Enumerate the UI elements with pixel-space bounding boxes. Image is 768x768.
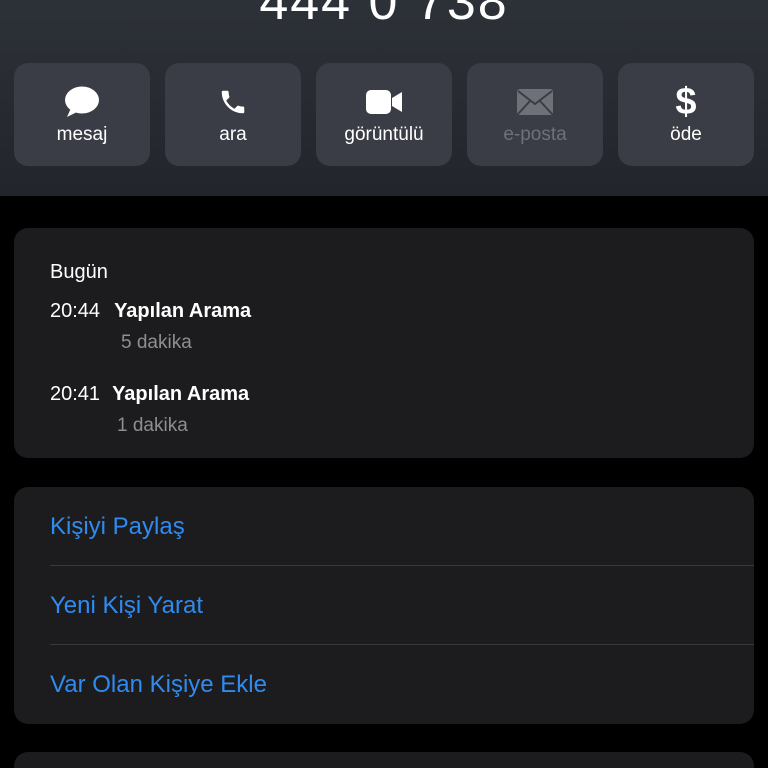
message-button[interactable]: mesaj	[14, 63, 150, 166]
share-contact-link[interactable]: Kişiyi Paylaş	[50, 487, 754, 566]
envelope-icon	[516, 84, 554, 120]
video-button[interactable]: görüntülü	[316, 63, 452, 166]
email-button[interactable]: e-posta	[467, 63, 603, 166]
contact-detail-screen: 444 0 738 mesaj ara görüntülü e-posta $ …	[0, 0, 768, 768]
video-camera-icon	[365, 84, 403, 120]
pay-button[interactable]: $ öde	[618, 63, 754, 166]
call-button-label: ara	[219, 123, 247, 145]
pay-button-label: öde	[670, 123, 702, 145]
message-bubble-icon	[64, 84, 100, 120]
next-section-card	[14, 752, 754, 768]
action-buttons-row: mesaj ara görüntülü e-posta $ öde	[14, 63, 754, 166]
call-history-row: 20:41 Yapılan Arama	[50, 383, 249, 406]
email-button-label: e-posta	[503, 123, 567, 145]
dollar-icon: $	[675, 80, 697, 123]
call-type: Yapılan Arama	[112, 383, 250, 405]
create-new-contact-link[interactable]: Yeni Kişi Yarat	[50, 566, 754, 645]
phone-icon	[218, 84, 248, 120]
message-button-label: mesaj	[56, 123, 108, 145]
call-duration: 5 dakika	[121, 332, 192, 353]
call-type: Yapılan Arama	[114, 300, 252, 322]
call-time: 20:41	[50, 383, 101, 405]
add-to-existing-contact-link[interactable]: Var Olan Kişiye Ekle	[50, 645, 754, 724]
call-time: 20:44	[50, 300, 101, 322]
call-history-row: 20:44 Yapılan Arama	[50, 300, 251, 323]
contact-number: 444 0 738	[259, 0, 509, 31]
call-history-date: Bugün	[50, 261, 108, 283]
video-button-label: görüntülü	[344, 123, 424, 145]
contact-actions-card: Kişiyi Paylaş Yeni Kişi Yarat Var Olan K…	[14, 487, 754, 724]
call-history-card: Bugün 20:44 Yapılan Arama 5 dakika 20:41 Y…	[14, 228, 754, 458]
call-button[interactable]: ara	[165, 63, 301, 166]
contact-header: 444 0 738 mesaj ara görüntülü e-posta $ …	[0, 0, 768, 196]
call-duration: 1 dakika	[117, 415, 188, 436]
